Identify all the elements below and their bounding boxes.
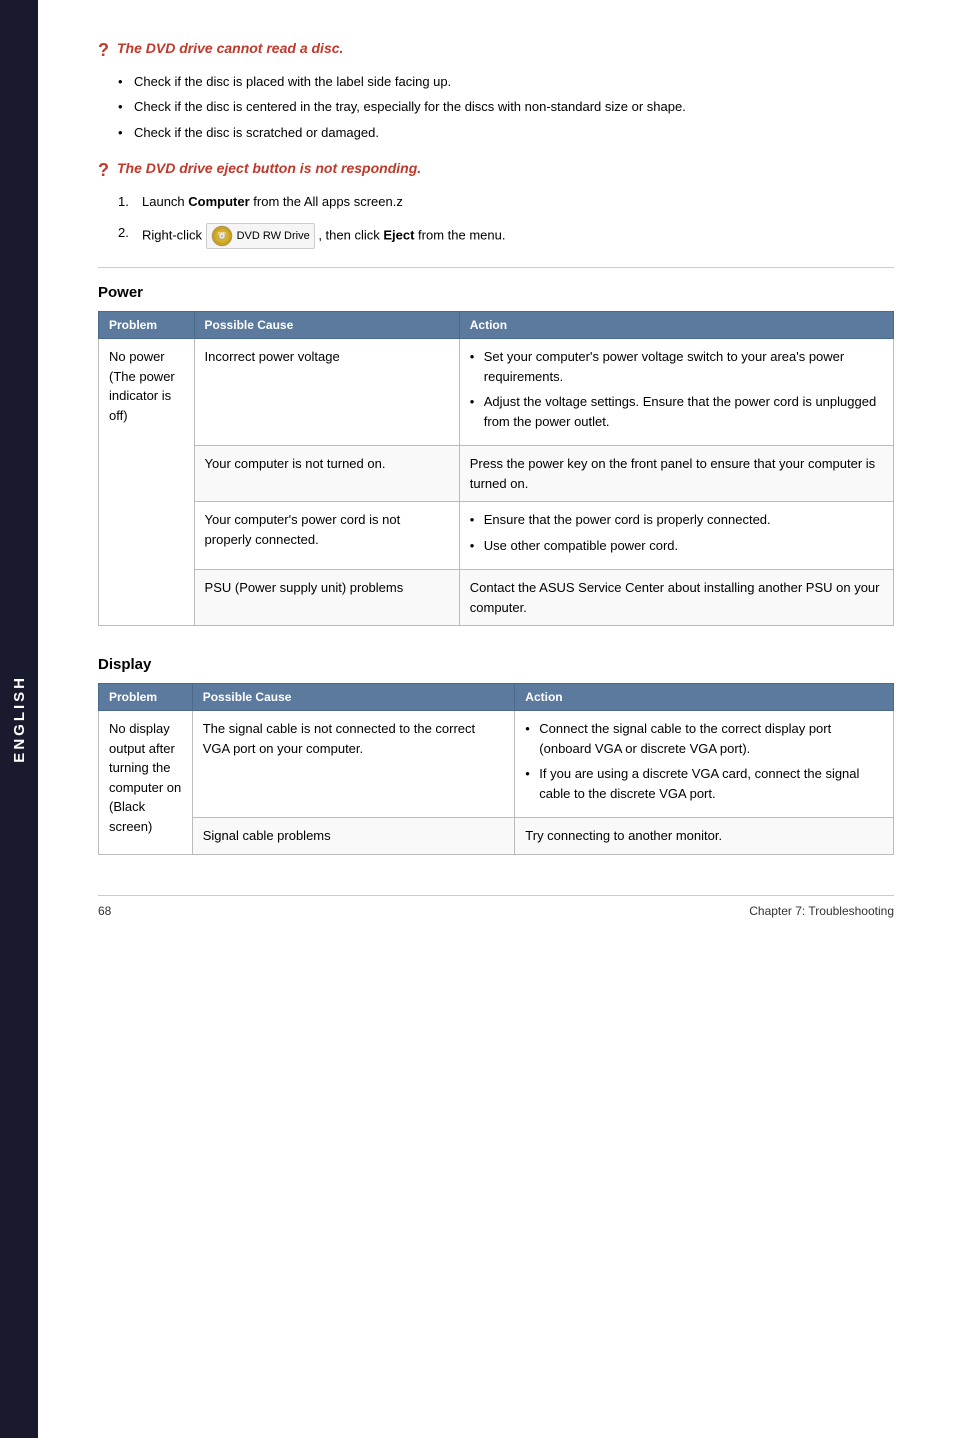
power-table: Problem Possible Cause Action No power (… xyxy=(98,311,894,626)
power-cause-2: Your computer is not turned on. xyxy=(194,446,459,502)
table-row: Your computer is not turned on. Press th… xyxy=(99,446,894,502)
table-header-row: Problem Possible Cause Action xyxy=(99,684,894,711)
list-item: Adjust the voltage settings. Ensure that… xyxy=(470,392,883,431)
power-action-2: Press the power key on the front panel t… xyxy=(459,446,893,502)
dvd-disc-svg: DVD xyxy=(211,225,233,247)
list-item: Use other compatible power cord. xyxy=(470,536,883,556)
col-action: Action xyxy=(515,684,894,711)
list-item: Connect the signal cable to the correct … xyxy=(525,719,883,758)
divider-power xyxy=(98,267,894,268)
list-item: If you are using a discrete VGA card, co… xyxy=(525,764,883,803)
col-cause: Possible Cause xyxy=(194,312,459,339)
display-cause-1: The signal cable is not connected to the… xyxy=(192,711,515,818)
footer: 68 Chapter 7: Troubleshooting xyxy=(98,895,894,918)
question-mark-2: ? xyxy=(98,160,109,182)
question-mark-1: ? xyxy=(98,40,109,62)
display-table: Problem Possible Cause Action No display… xyxy=(98,683,894,855)
table-row: No display output after turning the comp… xyxy=(99,711,894,818)
chapter-text: Chapter 7: Troubleshooting xyxy=(749,904,894,918)
svg-text:DVD: DVD xyxy=(218,232,226,236)
list-item: Set your computer's power voltage switch… xyxy=(470,347,883,386)
dvd-label: DVD RW Drive xyxy=(237,228,310,245)
dvd-eject-title: ? The DVD drive eject button is not resp… xyxy=(98,160,894,182)
power-cause-1: Incorrect power voltage xyxy=(194,339,459,446)
dvd-read-bullets: Check if the disc is placed with the lab… xyxy=(98,72,894,143)
dvd-drive-icon: DVD DVD RW Drive xyxy=(206,223,315,249)
table-header-row: Problem Possible Cause Action xyxy=(99,312,894,339)
table-row: PSU (Power supply unit) problems Contact… xyxy=(99,570,894,626)
side-tab-label: ENGLISH xyxy=(11,675,28,763)
power-action-3: Ensure that the power cord is properly c… xyxy=(459,502,893,570)
table-row: No power (The power indicator is off) In… xyxy=(99,339,894,446)
display-problem-cell: No display output after turning the comp… xyxy=(99,711,193,855)
page-number: 68 xyxy=(98,904,111,918)
power-problem-cell: No power (The power indicator is off) xyxy=(99,339,195,626)
list-item: Check if the disc is placed with the lab… xyxy=(118,72,894,92)
list-item: Check if the disc is scratched or damage… xyxy=(118,123,894,143)
power-cause-3: Your computer's power cord is not proper… xyxy=(194,502,459,570)
display-action-2: Try connecting to another monitor. xyxy=(515,818,894,855)
power-action-4: Contact the ASUS Service Center about in… xyxy=(459,570,893,626)
col-problem: Problem xyxy=(99,312,195,339)
list-item: Ensure that the power cord is properly c… xyxy=(470,510,883,530)
table-row: Your computer's power cord is not proper… xyxy=(99,502,894,570)
list-item: 1. Launch Computer from the All apps scr… xyxy=(118,192,894,212)
dvd-read-section: ? The DVD drive cannot read a disc. Chec… xyxy=(98,40,894,142)
power-heading: Power xyxy=(98,284,894,301)
list-item: 2. Right-click DVD DVD RW Drive xyxy=(118,223,894,249)
dvd-eject-section: ? The DVD drive eject button is not resp… xyxy=(98,160,894,249)
display-action-1: Connect the signal cable to the correct … xyxy=(515,711,894,818)
col-action: Action xyxy=(459,312,893,339)
display-heading: Display xyxy=(98,656,894,673)
power-action-1: Set your computer's power voltage switch… xyxy=(459,339,893,446)
dvd-read-title: ? The DVD drive cannot read a disc. xyxy=(98,40,894,62)
main-content: ? The DVD drive cannot read a disc. Chec… xyxy=(38,0,954,978)
power-cause-4: PSU (Power supply unit) problems xyxy=(194,570,459,626)
dvd-eject-steps: 1. Launch Computer from the All apps scr… xyxy=(98,192,894,250)
list-item: Check if the disc is centered in the tra… xyxy=(118,97,894,117)
table-row: Signal cable problems Try connecting to … xyxy=(99,818,894,855)
col-problem: Problem xyxy=(99,684,193,711)
display-cause-2: Signal cable problems xyxy=(192,818,515,855)
side-tab: ENGLISH xyxy=(0,0,38,1438)
col-cause: Possible Cause xyxy=(192,684,515,711)
